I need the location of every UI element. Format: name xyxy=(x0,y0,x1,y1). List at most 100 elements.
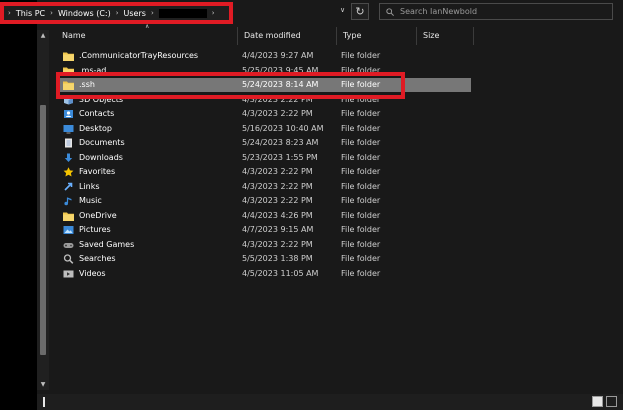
file-name-label: .CommunicatorTrayResources xyxy=(79,51,199,60)
refresh-icon: ↻ xyxy=(355,5,365,18)
file-name-cell[interactable]: .CommunicatorTrayResources xyxy=(63,49,198,63)
type-cell: File folder xyxy=(341,196,381,205)
date-modified-cell: 4/4/2023 9:27 AM xyxy=(242,51,314,60)
file-row[interactable]: Contacts 4/3/2023 2:22 PM File folder xyxy=(56,107,471,121)
file-name-cell[interactable]: Links xyxy=(63,180,100,194)
text-cursor xyxy=(43,397,45,407)
file-name-label: Music xyxy=(79,196,102,205)
scroll-up-icon[interactable]: ▲ xyxy=(37,32,49,39)
details-view-button[interactable] xyxy=(592,396,603,407)
video-icon xyxy=(63,269,74,279)
file-row[interactable]: Documents 5/24/2023 8:23 AM File folder xyxy=(56,136,471,150)
file-row[interactable]: OneDrive 4/4/2023 4:26 PM File folder xyxy=(56,209,471,223)
column-date-modified[interactable]: Date modified xyxy=(238,27,337,45)
file-name-label: Pictures xyxy=(79,225,111,234)
scrollbar-thumb[interactable] xyxy=(40,105,46,355)
type-cell: File folder xyxy=(341,123,381,133)
contacts-icon xyxy=(63,109,74,119)
file-name-label: Saved Games xyxy=(79,239,135,249)
file-name-cell[interactable]: Pictures xyxy=(63,223,111,237)
breadcrumb-this-pc[interactable]: This PC xyxy=(16,9,45,18)
file-row[interactable]: Pictures 4/7/2023 9:15 AM File folder xyxy=(56,223,471,237)
folder-icon xyxy=(63,51,74,61)
breadcrumb-chevron-icon[interactable]: › xyxy=(50,9,53,17)
file-name-cell[interactable]: Contacts xyxy=(63,107,114,121)
date-modified-cell: 5/16/2023 10:40 AM xyxy=(242,123,324,133)
vertical-scrollbar[interactable]: ▲ ▼ xyxy=(37,30,49,390)
file-row[interactable]: Links 4/3/2023 2:22 PM File folder xyxy=(56,180,471,194)
address-bar[interactable]: › This PC › Windows (C:) › Users › › xyxy=(0,2,233,24)
scroll-down-icon[interactable]: ▼ xyxy=(37,381,49,388)
date-modified-cell: 4/3/2023 2:22 PM xyxy=(242,109,313,118)
file-name-cell[interactable]: Music xyxy=(63,194,102,208)
pictures-icon xyxy=(63,225,74,235)
file-name-label: Links xyxy=(79,181,100,191)
type-cell: File folder xyxy=(341,210,381,220)
file-name-cell[interactable]: OneDrive xyxy=(63,209,117,223)
file-row[interactable]: Searches 5/5/2023 1:38 PM File folder xyxy=(56,252,471,266)
file-row[interactable]: .CommunicatorTrayResources 4/4/2023 9:27 … xyxy=(56,49,471,63)
desktop-icon xyxy=(63,124,74,134)
star-icon xyxy=(63,167,74,177)
column-name[interactable]: Name xyxy=(56,27,238,45)
file-name-label: Contacts xyxy=(79,109,115,118)
date-modified-cell: 4/3/2023 2:22 PM xyxy=(242,196,313,205)
address-history-dropdown-icon[interactable]: ∨ xyxy=(340,6,345,14)
breadcrumb-chevron-icon[interactable]: › xyxy=(116,9,119,17)
date-modified-cell: 4/3/2023 2:22 PM xyxy=(242,167,313,176)
file-row[interactable]: Downloads 5/23/2023 1:55 PM File folder xyxy=(56,151,471,165)
documents-icon xyxy=(63,138,74,148)
file-name-label: OneDrive xyxy=(79,210,117,220)
date-modified-cell: 4/5/2023 11:05 AM xyxy=(242,268,319,278)
date-modified-cell: 4/3/2023 2:22 PM xyxy=(242,239,313,249)
breadcrumb-chevron-icon[interactable]: › xyxy=(151,9,154,17)
column-type[interactable]: Type xyxy=(337,27,417,45)
file-name-cell[interactable]: Videos xyxy=(63,267,106,281)
file-name-cell[interactable]: Favorites xyxy=(63,165,115,179)
file-name-cell[interactable]: Downloads xyxy=(63,151,123,165)
file-row[interactable]: Music 4/3/2023 2:22 PM File folder xyxy=(56,194,471,208)
link-icon xyxy=(63,182,74,192)
gamepad-icon xyxy=(63,240,74,250)
date-modified-cell: 4/3/2023 2:22 PM xyxy=(242,181,313,191)
file-name-label: Desktop xyxy=(79,123,112,133)
search-box[interactable]: Search IanNewbold xyxy=(379,3,613,20)
type-cell: File folder xyxy=(341,51,381,60)
date-modified-cell: 4/7/2023 9:15 AM xyxy=(242,225,314,234)
music-icon xyxy=(63,196,74,206)
date-modified-cell: 4/4/2023 4:26 PM xyxy=(242,210,313,220)
file-row[interactable]: Favorites 4/3/2023 2:22 PM File folder xyxy=(56,165,471,179)
file-name-label: Downloads xyxy=(79,152,123,162)
date-modified-cell: 5/23/2023 1:55 PM xyxy=(242,152,318,162)
file-name-cell[interactable]: Searches xyxy=(63,252,116,266)
type-cell: File folder xyxy=(341,225,381,234)
type-cell: File folder xyxy=(341,239,381,249)
file-name-label: Videos xyxy=(79,268,106,278)
breadcrumb-users[interactable]: Users xyxy=(124,9,146,18)
file-name-cell[interactable]: Desktop xyxy=(63,122,112,136)
search-placeholder: Search IanNewbold xyxy=(400,7,478,16)
breadcrumb-windows-c[interactable]: Windows (C:) xyxy=(58,9,111,18)
file-name-cell[interactable]: Saved Games xyxy=(63,238,134,252)
search-icon xyxy=(386,7,394,16)
breadcrumb-chevron-icon[interactable]: › xyxy=(8,9,11,17)
status-bar xyxy=(37,394,623,410)
type-cell: File folder xyxy=(341,254,381,263)
breadcrumb-chevron-icon[interactable]: › xyxy=(212,9,215,17)
refresh-button[interactable]: ↻ xyxy=(351,3,369,20)
date-modified-cell: 5/5/2023 1:38 PM xyxy=(242,254,313,263)
column-size[interactable]: Size xyxy=(417,27,474,45)
file-name-label: Documents xyxy=(79,138,125,147)
folder-icon xyxy=(63,211,74,221)
large-icons-view-button[interactable] xyxy=(606,396,617,407)
type-cell: File folder xyxy=(341,138,381,147)
navigation-pane xyxy=(0,0,37,410)
redacted-username xyxy=(158,8,207,18)
file-row[interactable]: Desktop 5/16/2023 10:40 AM File folder xyxy=(56,122,471,136)
type-cell: File folder xyxy=(341,268,381,278)
file-row[interactable]: Videos 4/5/2023 11:05 AM File folder xyxy=(56,267,471,281)
column-header: Name Date modified Type Size xyxy=(56,27,476,45)
type-cell: File folder xyxy=(341,167,381,176)
file-row[interactable]: Saved Games 4/3/2023 2:22 PM File folder xyxy=(56,238,471,252)
file-name-cell[interactable]: Documents xyxy=(63,136,125,150)
